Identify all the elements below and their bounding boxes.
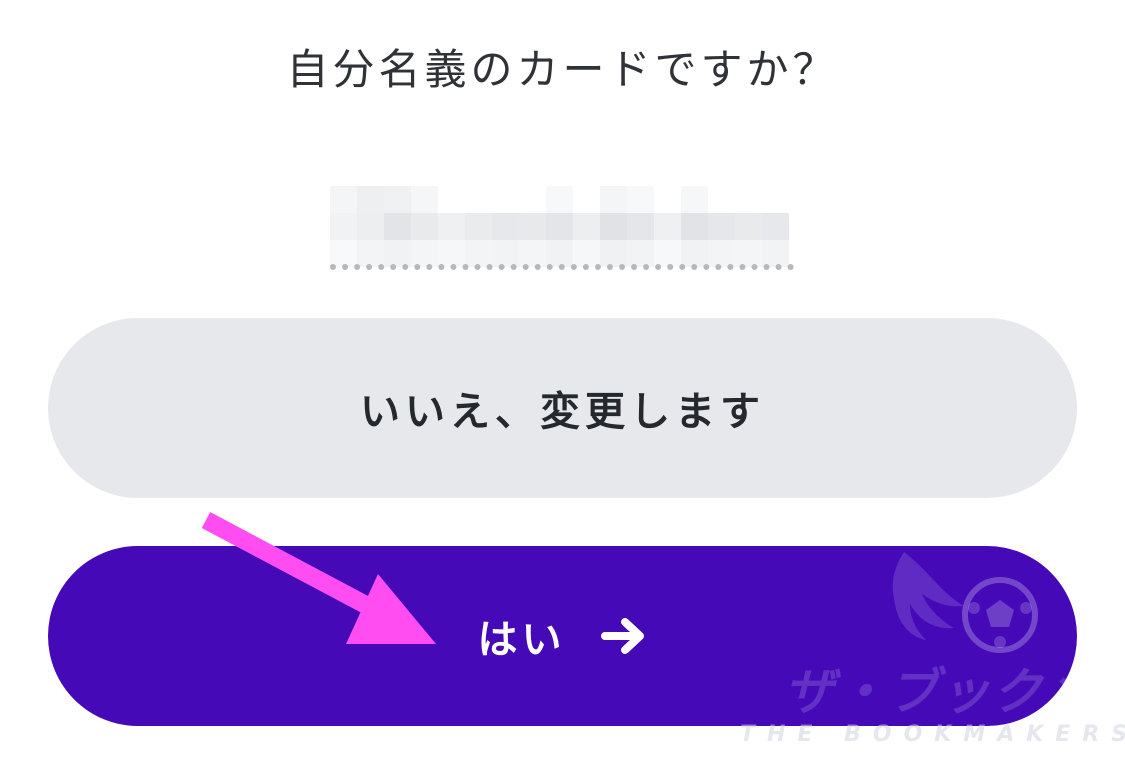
mask-block xyxy=(654,240,681,267)
mask-block xyxy=(573,240,600,267)
mask-block xyxy=(762,240,789,267)
mask-block xyxy=(438,213,465,240)
mask-block xyxy=(357,240,384,267)
mask-block xyxy=(465,213,492,240)
mask-block xyxy=(735,186,762,213)
mask-block xyxy=(735,213,762,240)
mask-block xyxy=(546,213,573,240)
mask-block xyxy=(681,213,708,240)
mask-block xyxy=(573,186,600,213)
mask-block xyxy=(681,186,708,213)
mask-block xyxy=(411,240,438,267)
arrow-right-icon xyxy=(600,616,648,656)
mask-block xyxy=(627,213,654,240)
page-title: 自分名義のカードですか？ xyxy=(286,45,839,94)
mask-block xyxy=(600,240,627,267)
mask-block xyxy=(438,240,465,267)
mask-block xyxy=(519,186,546,213)
mask-block xyxy=(546,240,573,267)
yes-button[interactable]: ザ・ブックメーカーズ はい xyxy=(48,546,1077,726)
mask-block xyxy=(573,213,600,240)
mask-block xyxy=(411,213,438,240)
mask-block xyxy=(654,213,681,240)
mask-block xyxy=(384,213,411,240)
mask-block xyxy=(330,240,357,267)
masked-cardholder-name xyxy=(330,186,789,267)
mask-block xyxy=(411,186,438,213)
mask-block xyxy=(438,186,465,213)
soccer-ball-icon xyxy=(892,552,1038,653)
no-change-button-label: いいえ、変更します xyxy=(360,389,765,435)
mask-block xyxy=(465,240,492,267)
mask-block xyxy=(708,213,735,240)
mask-block xyxy=(519,240,546,267)
mask-block xyxy=(546,186,573,213)
dotted-underline xyxy=(330,264,794,270)
mask-block xyxy=(492,240,519,267)
mask-block xyxy=(357,186,384,213)
watermark-logo: ザ・ブックメーカーズ xyxy=(734,546,1077,726)
no-change-button[interactable]: いいえ、変更します xyxy=(48,318,1077,498)
mask-block xyxy=(654,186,681,213)
mask-block xyxy=(762,213,789,240)
watermark-text: ザ・ブックメーカーズ xyxy=(784,663,1077,721)
mask-block xyxy=(708,240,735,267)
mask-block xyxy=(330,186,357,213)
mask-block xyxy=(384,186,411,213)
mask-block xyxy=(627,186,654,213)
mask-block xyxy=(600,186,627,213)
mask-block xyxy=(708,186,735,213)
mask-block xyxy=(465,186,492,213)
mask-block xyxy=(384,240,411,267)
watermark-subtext: THE BOOKMAKERS xyxy=(740,722,1125,747)
mask-block xyxy=(519,213,546,240)
mask-block xyxy=(762,186,789,213)
mask-block xyxy=(735,240,762,267)
yes-button-label: はい xyxy=(477,617,566,663)
mask-block xyxy=(330,213,357,240)
mask-block xyxy=(600,213,627,240)
mask-block xyxy=(492,213,519,240)
mask-block xyxy=(357,213,384,240)
mask-block xyxy=(492,186,519,213)
mask-block xyxy=(681,240,708,267)
mask-block xyxy=(627,240,654,267)
